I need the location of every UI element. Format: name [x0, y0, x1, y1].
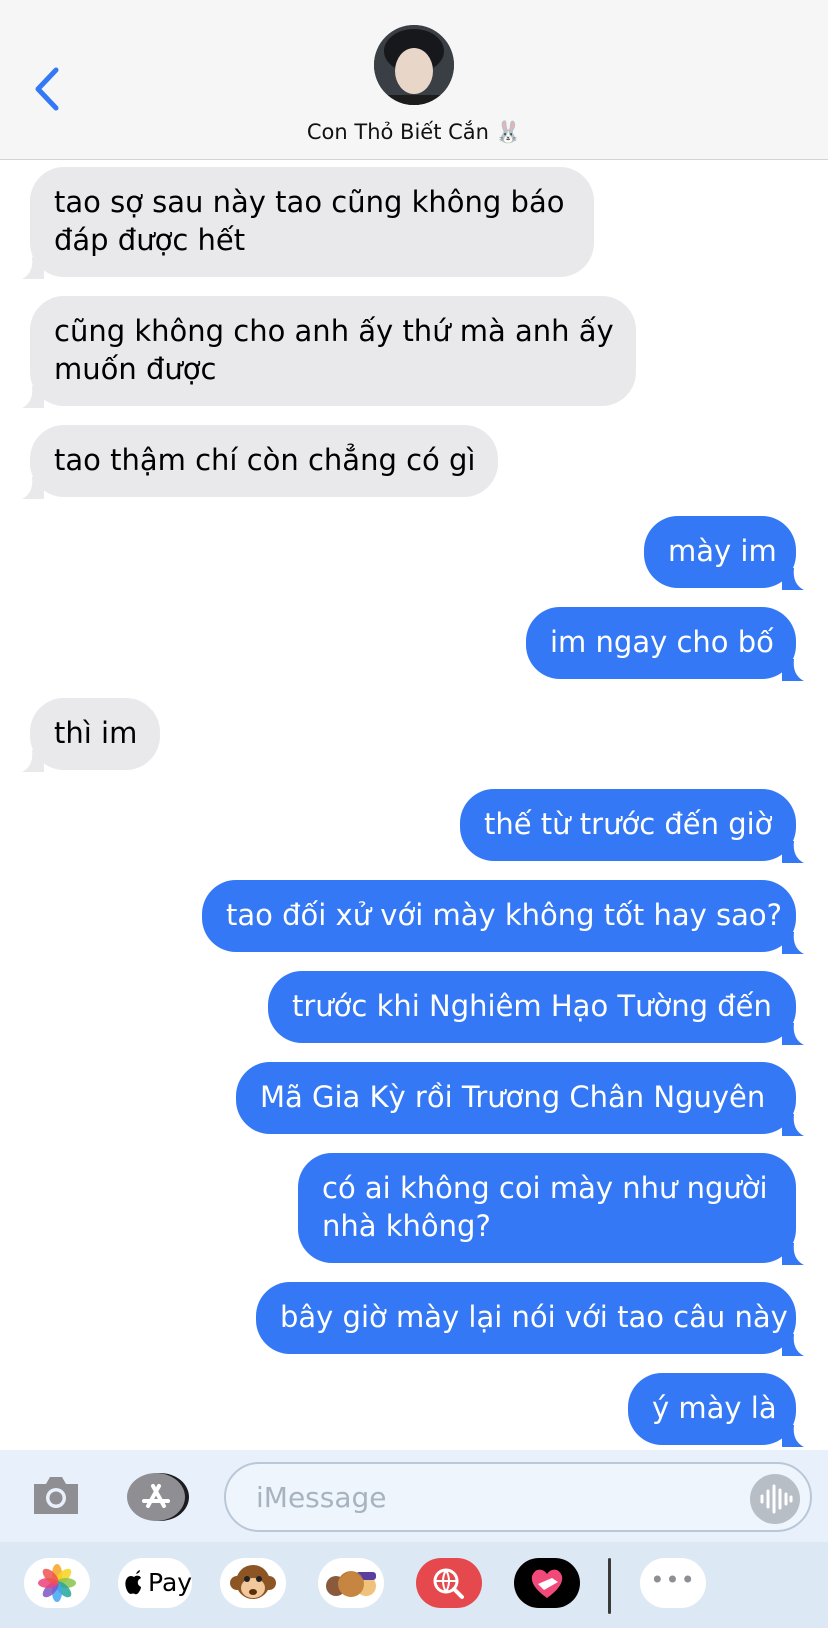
message-bubble-outgoing[interactable]: trước khi Nghiêm Hạo Tường đến	[268, 971, 804, 1045]
animoji-app-button[interactable]	[220, 1558, 286, 1608]
message-text: trước khi Nghiêm Hạo Tường đến	[292, 989, 772, 1023]
message-bubble-incoming[interactable]: cũng không cho anh ấy thứ mà anh ấy muốn…	[22, 296, 636, 408]
avatar-photo	[374, 25, 454, 105]
message-bubble-incoming[interactable]: tao thậm chí còn chẳng có gì	[22, 425, 498, 499]
camera-button[interactable]	[30, 1472, 82, 1518]
message-text: mày im	[668, 534, 777, 568]
globe-search-icon	[433, 1568, 464, 1599]
apple-logo-icon	[125, 1570, 141, 1595]
message-bubble-incoming[interactable]: thì im	[22, 698, 160, 772]
more-apps-button[interactable]: •••	[640, 1558, 706, 1608]
chevron-left-icon	[35, 67, 59, 111]
message-text: Mã Gia Kỳ rồi Trương Chân Nguyên	[260, 1080, 766, 1114]
more-icon: •••	[650, 1566, 696, 1594]
message-text: thì im	[54, 716, 138, 750]
memoji-icon	[326, 1571, 376, 1597]
camera-icon	[34, 1477, 78, 1514]
message-text: ý mày là	[652, 1391, 777, 1425]
message-text: thế từ trước đến giờ	[484, 807, 773, 841]
apple-pay-label: Pay	[148, 1568, 193, 1597]
avatar[interactable]	[374, 25, 454, 105]
app-store-icon	[127, 1473, 189, 1521]
message-text: tao sợ sau này tao cũng không báo đáp đư…	[54, 185, 565, 257]
conversation-header: Con Thỏ Biết Cắn 🐰	[0, 0, 828, 160]
message-bubble-outgoing[interactable]: mày im	[644, 516, 804, 590]
app-drawer: Pay •••	[0, 1542, 828, 1628]
audio-message-button[interactable]	[750, 1474, 800, 1524]
message-text: có ai không coi mày như người nhà không?	[322, 1171, 768, 1243]
message-text: bây giờ mày lại nói với tao câu này	[280, 1300, 788, 1334]
message-bubble-outgoing[interactable]: Mã Gia Kỳ rồi Trương Chân Nguyên	[236, 1062, 804, 1136]
message-bubble-outgoing[interactable]: có ai không coi mày như người nhà không?	[298, 1153, 804, 1265]
compose-bar: iMessage	[0, 1450, 828, 1542]
digital-touch-app-button[interactable]	[514, 1558, 580, 1608]
message-bubble-outgoing[interactable]: tao đối xử với mày không tốt hay sao?	[202, 880, 804, 954]
message-input-placeholder: iMessage	[256, 1481, 387, 1514]
back-button[interactable]	[30, 64, 70, 114]
photos-app-button[interactable]	[24, 1558, 90, 1608]
message-text: tao đối xử với mày không tốt hay sao?	[226, 898, 783, 932]
monkey-icon	[230, 1565, 276, 1599]
search-images-app-button[interactable]	[416, 1558, 482, 1608]
memoji-app-button[interactable]	[318, 1558, 384, 1608]
message-input[interactable]: iMessage	[224, 1462, 812, 1532]
photos-icon	[38, 1564, 76, 1602]
contact-name[interactable]: Con Thỏ Biết Cắn 🐰	[0, 120, 828, 145]
message-bubble-outgoing[interactable]: thế từ trước đến giờ	[460, 789, 804, 863]
message-text: tao thậm chí còn chẳng có gì	[54, 443, 476, 477]
message-text: cũng không cho anh ấy thứ mà anh ấy muốn…	[54, 314, 614, 386]
drawer-divider	[608, 1558, 611, 1614]
message-bubble-outgoing[interactable]: bây giờ mày lại nói với tao câu này	[256, 1282, 804, 1356]
heart-touch-icon	[531, 1569, 563, 1598]
message-bubble-incoming[interactable]: tao sợ sau này tao cũng không báo đáp đư…	[22, 167, 594, 279]
message-bubble-outgoing[interactable]: ý mày là	[628, 1373, 804, 1447]
message-bubble-outgoing[interactable]: im ngay cho bố	[526, 607, 804, 681]
contact-name-label: Con Thỏ Biết Cắn	[306, 120, 489, 144]
message-thread[interactable]: tao sợ sau này tao cũng không báo đáp đư…	[0, 160, 828, 1450]
message-text: im ngay cho bố	[550, 625, 774, 659]
apple-pay-app-button[interactable]: Pay	[118, 1558, 192, 1608]
waveform-icon	[760, 1484, 793, 1514]
rabbit-emoji: 🐰	[494, 120, 522, 144]
app-store-button[interactable]	[126, 1472, 190, 1522]
